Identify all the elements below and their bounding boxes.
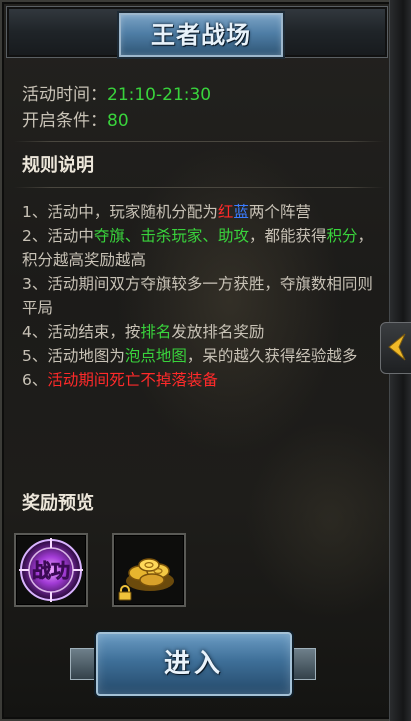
reward-slot-battle-merit[interactable]: 战功 [14, 533, 88, 607]
activity-time: 活动时间：21:10-21:30 [22, 80, 211, 105]
enter-button-label: 进入 [163, 649, 224, 679]
rule-4: 4、活动结束，按排名发放排名奖励 [22, 323, 265, 341]
title-bar: 王者战场 [6, 6, 388, 58]
reward-slot-gold-coins[interactable] [112, 533, 186, 607]
divider [14, 187, 384, 188]
chevron-left-icon [388, 333, 406, 361]
open-condition-value: 80 [107, 111, 129, 131]
rules-heading: 规则说明 [22, 155, 94, 176]
enter-button[interactable]: 进入 [70, 632, 316, 696]
page-title: 王者战场 [151, 21, 251, 49]
divider [14, 141, 384, 142]
battle-merit-label: 战功 [32, 560, 70, 582]
activity-time-label: 活动时间： [22, 85, 107, 105]
activity-time-value: 21:10-21:30 [107, 85, 212, 105]
rules-list: 1、活动中，玩家随机分配为红蓝两个阵营 2、活动中夺旗、击杀玩家、助攻，都能获得… [22, 200, 374, 392]
rule-5: 5、活动地图为泡点地图，呆的越久获得经验越多 [22, 347, 358, 365]
lock-icon [118, 585, 132, 601]
rewards-heading: 奖励预览 [22, 493, 94, 514]
rule-3: 3、活动期间双方夺旗较多一方获胜，夺旗数相同则平局 [22, 275, 373, 317]
rule-2: 2、活动中夺旗、击杀玩家、助攻，都能获得积分，积分越高奖励越高 [22, 227, 373, 269]
open-condition: 开启条件：80 [22, 106, 129, 131]
collapse-panel-button[interactable] [380, 322, 411, 374]
rule-1: 1、活动中，玩家随机分配为红蓝两个阵营 [22, 203, 311, 221]
battle-merit-icon: 战功 [19, 538, 83, 602]
open-condition-label: 开启条件： [22, 111, 107, 131]
rule-6: 6、活动期间死亡不掉落装备 [22, 371, 218, 389]
